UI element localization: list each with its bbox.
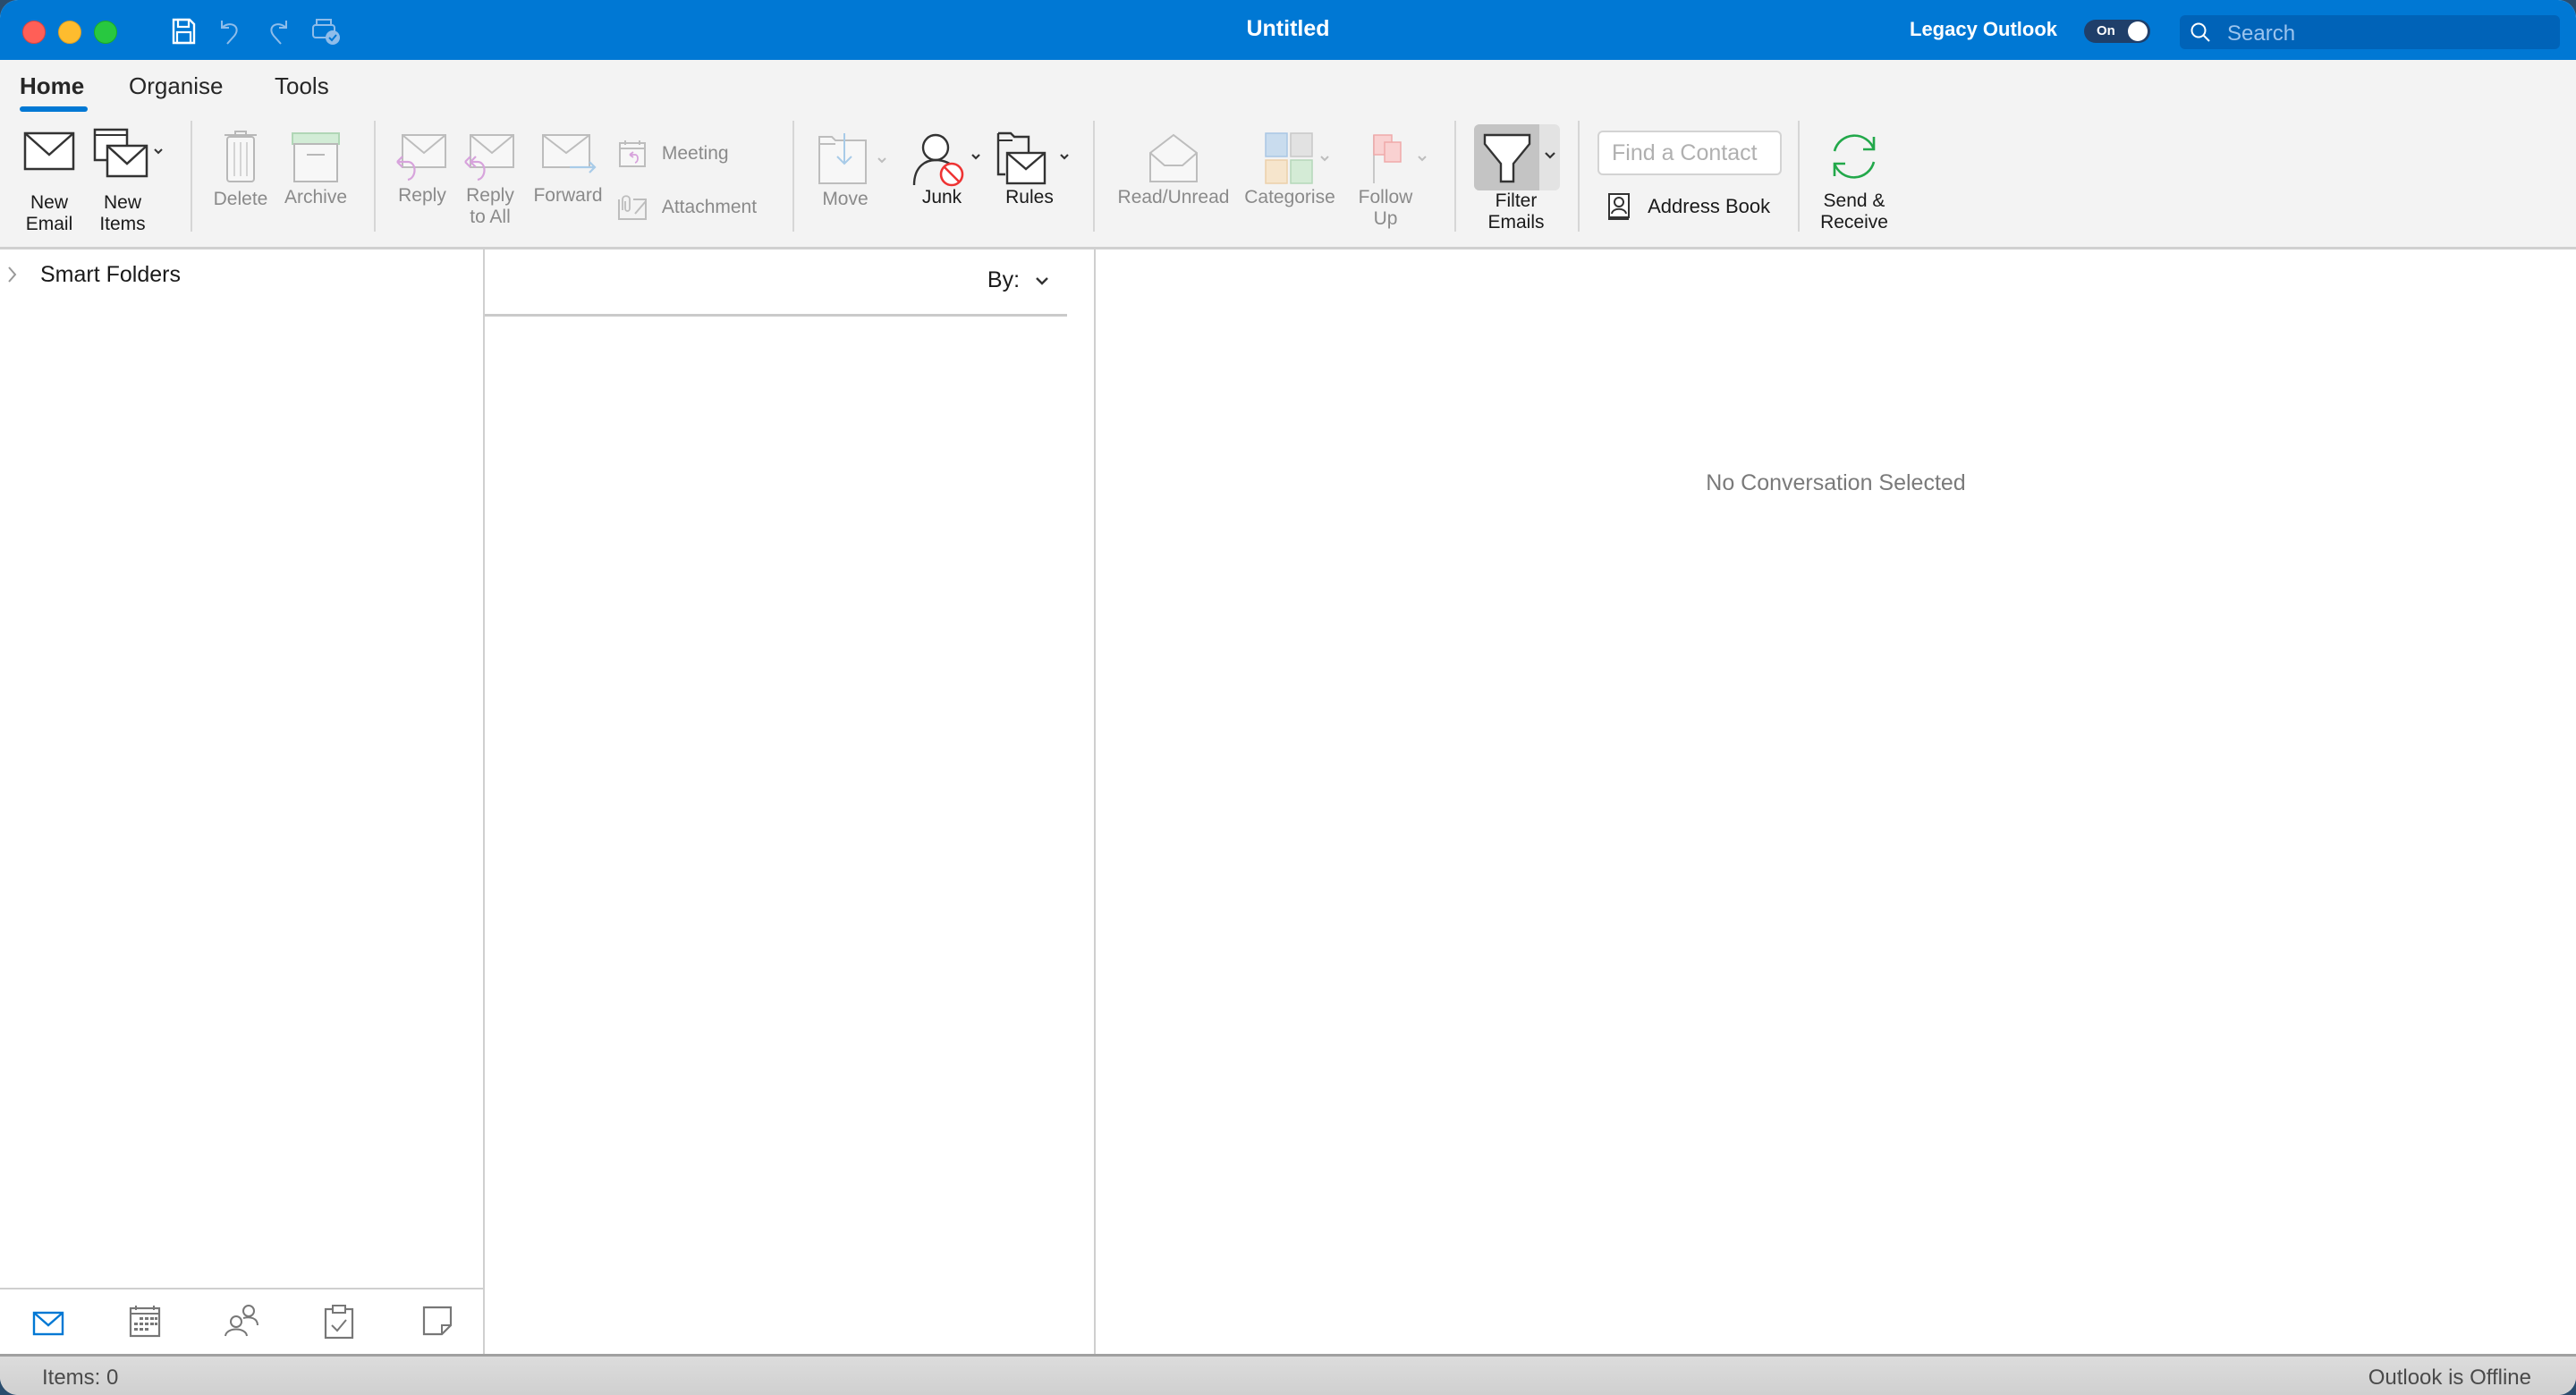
tab-organise[interactable]: Organise [129,72,224,100]
reading-pane: No Conversation Selected [1096,249,2576,1354]
search-input[interactable]: Search [2180,15,2560,49]
archive-button[interactable]: Archive [277,131,354,208]
ribbon-separator [1578,121,1580,232]
meeting-icon [619,140,646,167]
ribbon-separator [191,121,192,232]
active-tab-indicator [20,106,88,112]
search-icon [2190,22,2210,42]
archive-icon [292,132,340,182]
junk-icon [912,133,980,187]
follow-up-button[interactable]: Follow Up [1351,130,1440,230]
people-icon[interactable] [224,1304,261,1338]
find-contact-placeholder: Find a Contact [1612,140,1758,165]
empty-reading-message: No Conversation Selected [1706,470,1966,495]
new-items-button[interactable]: New Items [89,126,168,235]
reply-icon [396,134,446,182]
move-icon [818,133,886,184]
trash-icon [225,131,257,182]
connection-status: Outlook is Offline [2368,1365,2531,1390]
folder-pane: Smart Folders [0,249,485,1354]
open-envelope-icon [1149,133,1198,182]
junk-button[interactable]: Junk [905,130,991,208]
sort-by-dropdown[interactable]: By: [987,267,1049,293]
ribbon: Home Organise Tools New Email New Items [0,60,2576,249]
envelope-icon [23,131,75,171]
tab-tools[interactable]: Tools [275,72,329,100]
read-unread-button[interactable]: Read/Unread [1113,131,1234,208]
toggle-knob [2128,21,2148,41]
rules-button[interactable]: Rules [993,130,1079,208]
chevron-down-icon[interactable] [1544,151,1556,160]
address-book-button[interactable]: Address Book [1606,192,1770,221]
list-header-divider [485,314,1067,317]
sort-by-label: By: [987,267,1021,292]
ribbon-separator [1798,121,1800,232]
smart-folders-item[interactable]: Smart Folders [40,262,181,288]
categorise-icon [1265,132,1329,184]
tasks-icon[interactable] [324,1304,354,1340]
new-email-button[interactable]: New Email [16,131,82,235]
meeting-button[interactable]: Meeting [617,139,729,169]
outlook-window: Untitled Legacy Outlook On Search Home O… [0,0,2576,1395]
attachment-button[interactable]: Attachment [617,194,757,221]
ribbon-separator [1093,121,1095,232]
ribbon-separator [1454,121,1456,232]
legacy-outlook-label: Legacy Outlook [1910,18,2058,40]
chevron-right-icon[interactable] [7,266,18,283]
filter-emails-label: Filter Emails [1487,190,1545,232]
forward-button[interactable]: Forward [528,133,608,207]
reply-button[interactable]: Reply [390,133,454,207]
mail-icon[interactable] [32,1311,64,1336]
title-bar: Untitled Legacy Outlook On Search [0,0,2576,60]
message-list-pane: By: [485,249,1096,1354]
sync-icon [1833,134,1876,179]
ribbon-separator [792,121,794,232]
legacy-outlook-toggle[interactable]: On [2084,20,2150,43]
notes-icon[interactable] [422,1306,453,1336]
funnel-icon [1483,133,1531,183]
reply-all-button[interactable]: Reply to All [458,133,522,228]
ribbon-separator [374,121,376,232]
reply-all-icon [464,134,514,182]
send-receive-button[interactable]: Send & Receive [1812,130,1896,233]
move-button[interactable]: Move [810,131,893,210]
filter-emails-button[interactable] [1474,124,1560,190]
chevron-down-icon [1036,277,1048,285]
status-bar: Items: 0 Outlook is Offline [0,1354,2576,1395]
tab-home[interactable]: Home [20,72,84,100]
address-book-icon [1608,193,1630,220]
item-count: Items: 0 [42,1365,119,1390]
find-contact-input[interactable]: Find a Contact [1597,131,1782,175]
search-placeholder: Search [2227,21,2296,46]
calendar-icon[interactable] [129,1304,161,1338]
attachment-icon [618,195,647,220]
forward-icon [542,134,597,173]
delete-button[interactable]: Delete [208,130,273,210]
module-nav-bar [0,1288,483,1356]
toggle-state-label: On [2097,23,2115,38]
new-items-icon [93,128,163,178]
flag-icon [1373,134,1427,183]
rules-icon [996,131,1069,185]
